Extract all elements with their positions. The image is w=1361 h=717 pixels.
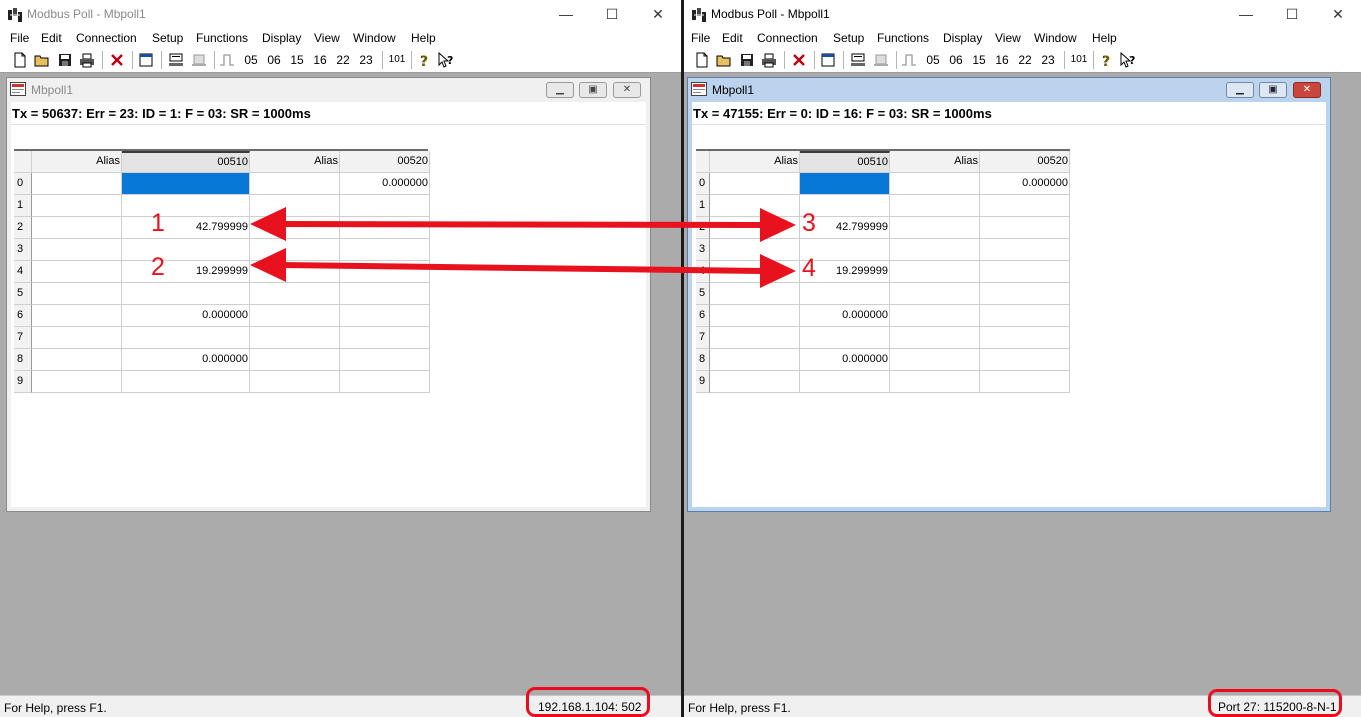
annotation-label-3: 3 — [802, 209, 816, 237]
annotation-label-4: 4 — [802, 254, 816, 282]
arrow-row-4 — [250, 248, 796, 288]
annotation-label-1: 1 — [151, 209, 165, 237]
arrow-row-2 — [250, 207, 796, 242]
comparison-arrows — [250, 207, 796, 288]
annotation-label-2: 2 — [151, 253, 165, 281]
